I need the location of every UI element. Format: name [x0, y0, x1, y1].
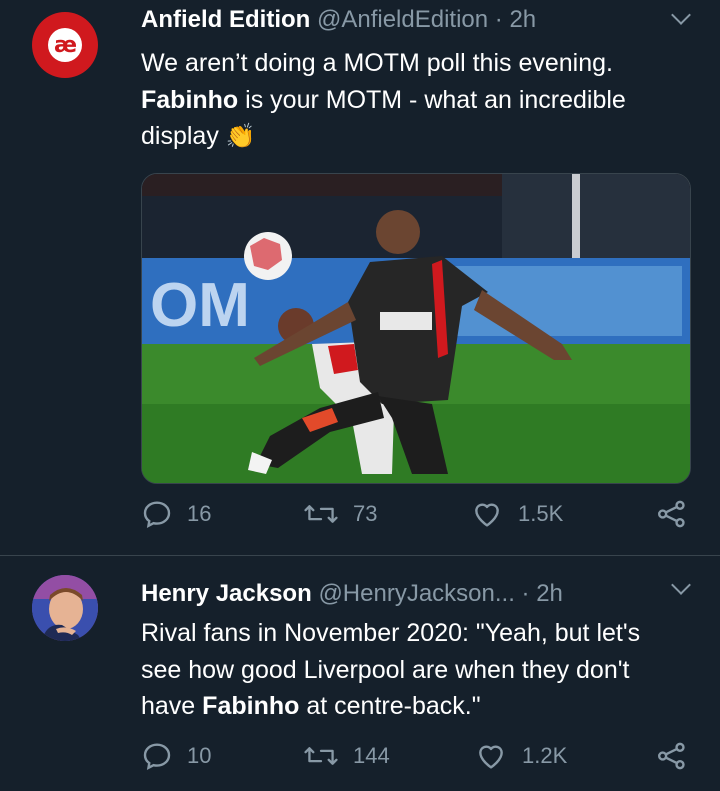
avatar[interactable] [32, 575, 98, 641]
author-handle[interactable]: @HenryJackson... [318, 580, 514, 607]
reply-count: 16 [187, 501, 212, 526]
share-icon [658, 742, 685, 770]
retweet-count: 73 [353, 501, 378, 526]
text-line: Rival fans in November 2020: "Yeah, but … [141, 619, 641, 647]
like-count: 1.2K [522, 743, 568, 768]
avatar[interactable]: æ [32, 12, 98, 78]
like-button[interactable]: 1.2K [474, 740, 567, 772]
chevron-down-icon[interactable] [671, 575, 691, 595]
text-line: Fabinho is your MOTM - what an incredibl… [141, 85, 626, 114]
reply-button[interactable]: 10 [141, 740, 211, 772]
tweet-henry-jackson[interactable]: Henry Jackson @HenryJackson... · 2h Riva… [0, 556, 720, 791]
retweet-button[interactable]: 144 [303, 740, 390, 772]
heart-icon [479, 745, 503, 769]
tweet-text: Rival fans in November 2020: "Yeah, but … [141, 615, 701, 725]
ae-logo: æ [48, 28, 82, 62]
tweet-header: Henry Jackson @HenryJackson... · 2h [141, 580, 563, 608]
text-line: have Fabinho at centre-back." [141, 692, 481, 720]
reply-icon [143, 743, 171, 771]
clapping-hands-emoji: 👏 [225, 122, 256, 150]
retweet-icon [304, 505, 338, 523]
text-line: We aren’t doing a MOTM poll this evening… [141, 49, 613, 77]
share-button[interactable] [656, 740, 702, 772]
football-photo: OM [142, 174, 690, 483]
tweet-text: We aren’t doing a MOTM poll this evening… [141, 45, 701, 155]
heart-icon [475, 503, 499, 527]
author-handle[interactable]: @AnfieldEdition [317, 6, 488, 33]
author-name[interactable]: Anfield Edition [141, 6, 310, 33]
tweet-actions: 10 144 1.2K [0, 740, 720, 780]
svg-text:OM: OM [150, 271, 250, 340]
reply-button[interactable]: 16 [141, 498, 211, 530]
share-button[interactable] [656, 498, 702, 530]
text-line: display 👏 [141, 122, 256, 150]
timestamp[interactable]: · 2h [495, 6, 536, 33]
like-count: 1.5K [518, 501, 564, 526]
like-button[interactable]: 1.5K [470, 498, 563, 530]
retweet-count: 144 [353, 743, 390, 768]
mention-bold: Fabinho [202, 692, 300, 720]
author-name[interactable]: Henry Jackson [141, 580, 312, 607]
share-icon [658, 500, 685, 528]
mention-bold: Fabinho [141, 85, 239, 114]
text-line: see how good Liverpool are when they don… [141, 655, 630, 684]
tweet-header: Anfield Edition @AnfieldEdition · 2h [141, 6, 536, 34]
avatar-photo [32, 575, 98, 641]
tweet-actions: 16 73 1.5K [0, 498, 720, 538]
retweet-icon [304, 747, 338, 765]
tweet-anfield-edition[interactable]: æ Anfield Edition @AnfieldEdition · 2h W… [0, 0, 720, 555]
tweet-photo[interactable]: OM [141, 173, 691, 484]
retweet-button[interactable]: 73 [303, 498, 377, 530]
reply-icon [143, 501, 171, 529]
timestamp[interactable]: · 2h [522, 580, 563, 607]
reply-count: 10 [187, 743, 212, 768]
chevron-down-icon[interactable] [671, 5, 691, 25]
